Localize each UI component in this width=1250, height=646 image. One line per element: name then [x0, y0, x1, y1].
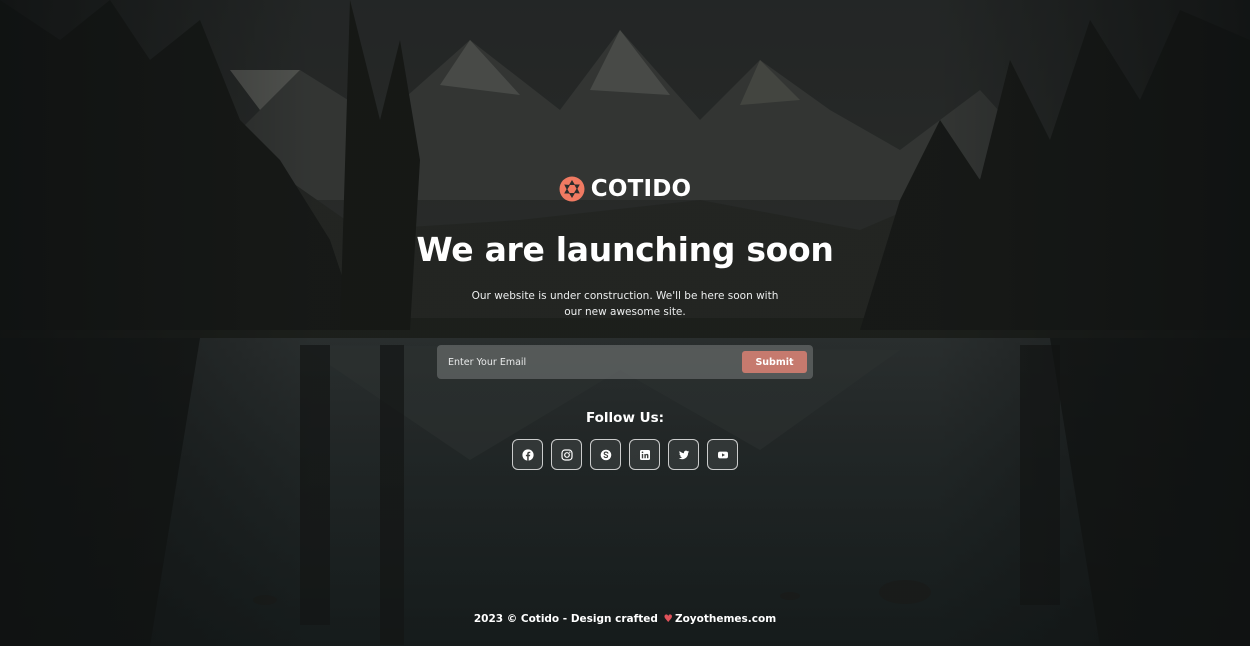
page-title: We are launching soon — [416, 230, 834, 269]
page-subtitle: Our website is under construction. We'll… — [471, 290, 779, 318]
facebook-icon — [521, 448, 534, 461]
social-links — [512, 439, 739, 470]
youtube-icon — [717, 451, 728, 458]
footer-copyright: 2023 © Cotido - Design crafted — [473, 613, 658, 625]
footer: 2023 © Cotido - Design crafted ♥ Zoyothem… — [0, 613, 1250, 625]
linkedin-icon — [639, 449, 650, 460]
linkedin-link[interactable] — [629, 439, 660, 470]
subscribe-form: Submit — [437, 345, 813, 379]
page: COTIDO We are launching soon Our website… — [0, 0, 1250, 646]
submit-button[interactable]: Submit — [742, 351, 807, 373]
instagram-icon — [560, 448, 573, 461]
skype-icon — [600, 449, 611, 460]
aperture-icon — [559, 176, 585, 202]
youtube-link[interactable] — [707, 439, 738, 470]
brand-logo[interactable]: COTIDO — [0, 176, 1250, 202]
twitter-icon — [678, 450, 689, 459]
footer-credit-link[interactable]: Zoyothemes.com — [675, 613, 776, 625]
twitter-link[interactable] — [668, 439, 699, 470]
coming-soon-content: COTIDO We are launching soon Our website… — [0, 0, 1250, 646]
brand-name: COTIDO — [590, 176, 692, 202]
follow-us-heading: Follow Us: — [585, 410, 665, 426]
email-input[interactable] — [437, 345, 737, 379]
skype-link[interactable] — [590, 439, 621, 470]
facebook-link[interactable] — [512, 439, 543, 470]
instagram-link[interactable] — [551, 439, 582, 470]
heart-icon: ♥ — [663, 613, 673, 625]
